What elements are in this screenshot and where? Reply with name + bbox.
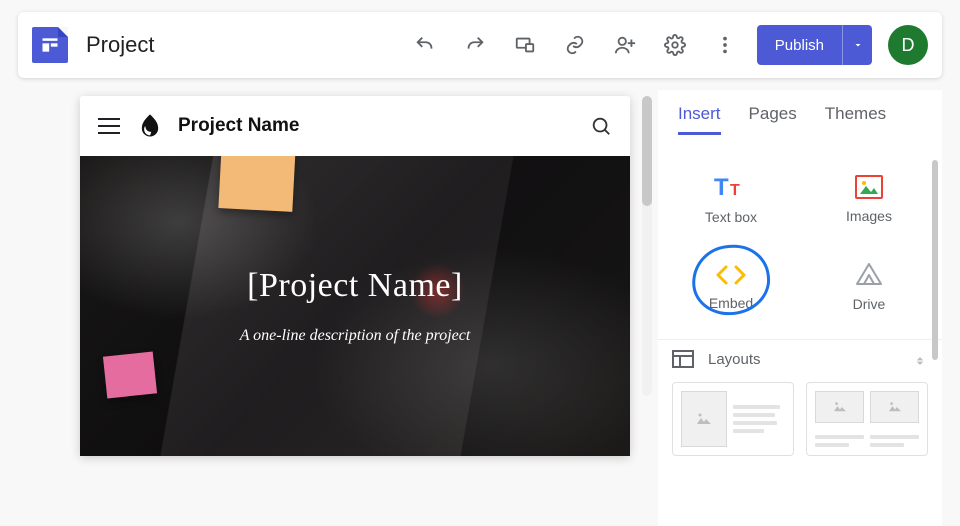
canvas-area[interactable]: Project Name [Project Name] A one-line d… [18, 90, 658, 526]
redo-icon[interactable] [463, 33, 487, 57]
svg-text:T: T [730, 182, 740, 199]
layout-thumbnails [658, 378, 942, 470]
app-icon[interactable] [32, 27, 68, 63]
svg-text:T: T [714, 174, 729, 201]
insert-grid: T T Text box Images Embed [658, 145, 942, 339]
site-header: Project Name [80, 96, 630, 156]
drive-icon [854, 262, 884, 288]
share-icon[interactable] [613, 33, 637, 57]
insert-images[interactable]: Images [800, 155, 938, 243]
panel-tabs: Insert Pages Themes [658, 96, 942, 145]
scrollbar-thumb[interactable] [642, 96, 652, 206]
top-toolbar: Project Publish D [18, 12, 942, 78]
workspace: Project Name [Project Name] A one-line d… [18, 90, 942, 526]
images-icon [854, 174, 884, 200]
insert-textbox[interactable]: T T Text box [662, 155, 800, 243]
account-avatar[interactable]: D [888, 25, 928, 65]
insert-embed[interactable]: Embed [662, 243, 800, 331]
site-name[interactable]: Project Name [178, 115, 299, 137]
link-icon[interactable] [563, 33, 587, 57]
textbox-icon: T T [714, 173, 748, 201]
publish-label: Publish [757, 37, 842, 54]
collapse-icon[interactable] [912, 351, 928, 367]
insert-images-label: Images [846, 208, 892, 224]
tab-insert[interactable]: Insert [678, 96, 721, 135]
page-preview[interactable]: Project Name [Project Name] A one-line d… [80, 96, 630, 456]
menu-icon[interactable] [98, 114, 122, 138]
tab-themes[interactable]: Themes [825, 96, 886, 135]
side-panel: Insert Pages Themes T T Text box Images [658, 90, 942, 526]
toolbar-actions [413, 33, 737, 57]
sticky-note-decor [218, 156, 295, 212]
layout-option-1[interactable] [672, 382, 794, 456]
layouts-icon [672, 350, 694, 368]
insert-drive[interactable]: Drive [800, 243, 938, 331]
insert-textbox-label: Text box [705, 209, 757, 225]
insert-drive-label: Drive [853, 296, 886, 312]
undo-icon[interactable] [413, 33, 437, 57]
layout-option-2[interactable] [806, 382, 928, 456]
layouts-label: Layouts [708, 351, 761, 368]
tab-pages[interactable]: Pages [749, 96, 797, 135]
hero-subtitle[interactable]: A one-line description of the project [240, 327, 471, 345]
preview-icon[interactable] [513, 33, 537, 57]
document-title[interactable]: Project [86, 32, 154, 58]
canvas-scrollbar[interactable] [642, 96, 652, 396]
site-logo-icon [136, 112, 164, 140]
publish-button[interactable]: Publish [757, 25, 872, 65]
insert-embed-label: Embed [709, 295, 753, 311]
embed-icon [714, 263, 748, 287]
sticky-note-decor [103, 352, 157, 399]
search-icon[interactable] [590, 115, 612, 137]
layouts-section-header[interactable]: Layouts [658, 339, 942, 378]
settings-icon[interactable] [663, 33, 687, 57]
more-icon[interactable] [713, 33, 737, 57]
hero-title[interactable]: [Project Name] [247, 267, 463, 305]
publish-dropdown-icon[interactable] [842, 25, 872, 65]
hero-section[interactable]: [Project Name] A one-line description of… [80, 156, 630, 456]
